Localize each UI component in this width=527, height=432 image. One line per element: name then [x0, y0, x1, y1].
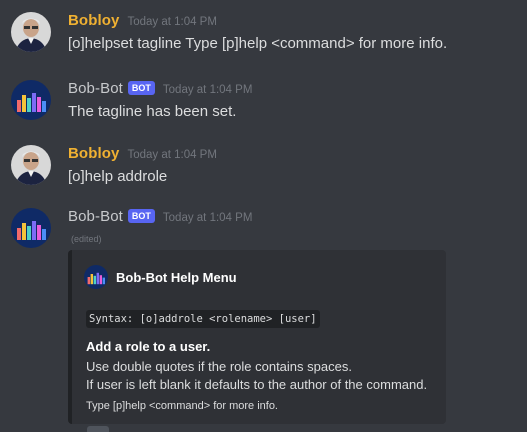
timestamp: Today at 1:04 PM	[162, 212, 253, 224]
bot-avatar[interactable]	[11, 80, 51, 120]
bot-avatar[interactable]	[11, 208, 51, 248]
edited-label: (edited)	[71, 234, 102, 244]
syntax-code-block: Syntax: [o]addrole <rolename> [user]	[86, 310, 320, 328]
username[interactable]: Bobloy	[68, 145, 119, 162]
help-embed: Bob-Bot Help Menu Syntax: [o]addrole <ro…	[68, 250, 446, 424]
bot-tag-badge: BOT	[127, 81, 155, 95]
embed-description: Use double quotes if the role contains s…	[86, 358, 427, 394]
embed-author: Bob-Bot Help Menu	[84, 265, 237, 289]
message: Bob-Bot BOT Today at 1:04 PM (edited) Bo…	[0, 208, 527, 428]
timestamp: Today at 1:04 PM	[127, 149, 217, 161]
username[interactable]: Bobloy	[68, 12, 119, 29]
embed-description-line: If user is left blank it defaults to the…	[86, 377, 428, 392]
timestamp: Today at 1:04 PM	[127, 16, 217, 28]
username[interactable]: Bob-Bot	[68, 208, 123, 225]
message: Bobloy Today at 1:04 PM [o]helpset tagli…	[0, 12, 527, 56]
user-avatar[interactable]	[11, 12, 51, 52]
embed-title: Add a role to a user.	[86, 339, 211, 354]
embed-footer: Type [p]help <command> for more info.	[86, 400, 278, 412]
embed-author-name: Bob-Bot Help Menu	[116, 269, 237, 285]
username[interactable]: Bob-Bot	[68, 80, 123, 97]
embed-author-icon	[84, 265, 108, 289]
message: Bobloy Today at 1:04 PM [o]help addrole	[0, 145, 527, 189]
embed-description-line: Use double quotes if the role contains s…	[86, 359, 352, 374]
message-text: [o]help addrole	[68, 168, 168, 185]
bot-tag-badge: BOT	[127, 209, 155, 223]
reaction-button[interactable]	[87, 426, 109, 432]
message: Bob-Bot BOT Today at 1:04 PM The tagline…	[0, 80, 527, 124]
user-avatar[interactable]	[11, 145, 51, 185]
message-text: The tagline has been set.	[68, 103, 237, 120]
timestamp: Today at 1:04 PM	[162, 84, 253, 96]
message-text: [o]helpset tagline Type [p]help <command…	[68, 35, 448, 52]
